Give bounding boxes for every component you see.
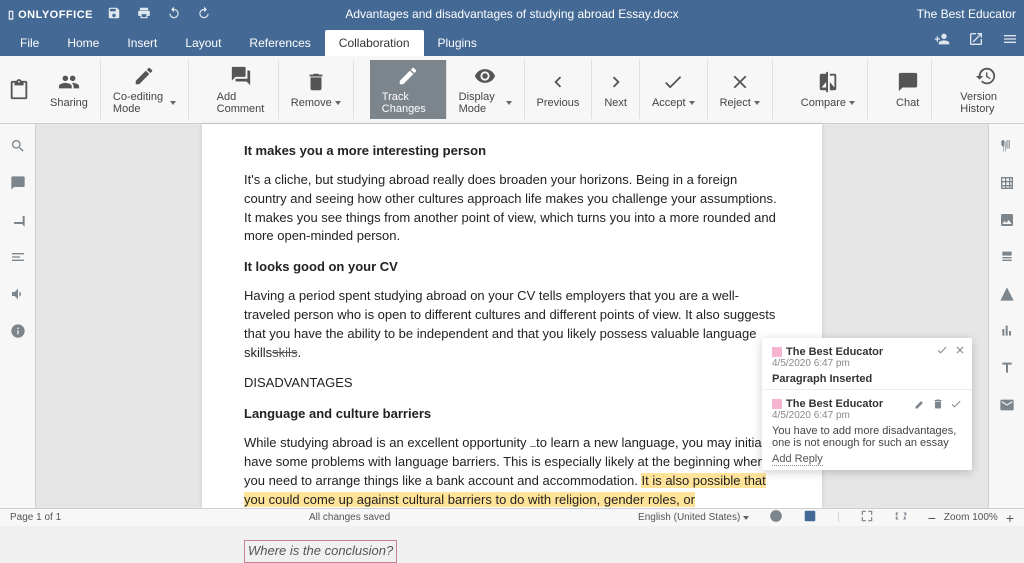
navigation-icon[interactable] <box>10 249 26 268</box>
about-icon[interactable] <box>10 323 26 342</box>
popup-comment: The Best Educator 4/5/2020 6:47 pm You h… <box>762 389 972 470</box>
comment-actions <box>914 398 962 413</box>
version-history-button[interactable]: Version History <box>948 60 1024 119</box>
mail-merge-icon[interactable] <box>999 397 1015 416</box>
comment-body: You have to add more disadvantages, one … <box>772 425 962 449</box>
document-title: Advantages and disadvantages of studying… <box>345 7 678 21</box>
chart-settings-icon[interactable] <box>999 323 1015 342</box>
document-page[interactable]: It makes you a more interesting person I… <box>202 124 822 508</box>
remove-button[interactable]: Remove <box>279 60 354 119</box>
paste-button[interactable] <box>0 60 38 119</box>
tab-plugins[interactable]: Plugins <box>424 30 491 56</box>
zoom-level[interactable]: Zoom 100% <box>944 512 998 523</box>
add-user-icon[interactable] <box>934 31 950 50</box>
svg-text:¶: ¶ <box>1001 141 1007 153</box>
popup-top-icons <box>936 344 966 359</box>
tab-collaboration[interactable]: Collaboration <box>325 30 424 56</box>
accept-change-icon[interactable] <box>936 344 948 359</box>
reject-button[interactable]: Reject <box>708 60 773 119</box>
zoom-out-icon[interactable]: − <box>928 510 936 526</box>
status-bar: Page 1 of 1 All changes saved English (U… <box>0 508 1024 526</box>
menu-bar: File Home Insert Layout References Colla… <box>0 28 1024 56</box>
add-reply-link[interactable]: Add Reply <box>772 453 823 466</box>
track-changes-status-icon[interactable] <box>803 509 817 526</box>
tab-home[interactable]: Home <box>53 30 113 56</box>
fit-width-icon[interactable] <box>894 509 908 526</box>
tab-layout[interactable]: Layout <box>171 30 235 56</box>
image-settings-icon[interactable] <box>999 212 1015 231</box>
quick-access-toolbar <box>107 6 211 23</box>
resolve-comment-icon[interactable] <box>950 398 962 413</box>
save-icon[interactable] <box>107 6 121 23</box>
add-comment-button[interactable]: Add Comment <box>205 60 279 119</box>
chat-panel-icon[interactable] <box>10 212 26 231</box>
compare-button[interactable]: Compare <box>789 60 868 119</box>
language-selector[interactable]: English (United States) <box>638 512 749 523</box>
previous-button[interactable]: Previous <box>525 60 593 119</box>
change-date: 4/5/2020 6:47 pm <box>772 358 962 369</box>
header-right-buttons <box>934 31 1018 56</box>
shape-settings-icon[interactable] <box>999 286 1015 305</box>
heading-cv: It looks good on your CV <box>244 258 780 277</box>
left-sidebar <box>0 124 36 508</box>
search-icon[interactable] <box>10 138 26 157</box>
print-icon[interactable] <box>137 6 151 23</box>
chat-button[interactable]: Chat <box>884 60 932 119</box>
heading-disadvantages: DISADVANTAGES <box>244 374 780 393</box>
tab-file[interactable]: File <box>6 30 53 56</box>
paragraph-settings-icon[interactable]: ¶ <box>999 138 1015 157</box>
tab-references[interactable]: References <box>235 30 324 56</box>
zoom-in-icon[interactable]: + <box>1006 510 1014 526</box>
delete-comment-icon[interactable] <box>932 398 944 413</box>
table-settings-icon[interactable] <box>999 175 1015 194</box>
sharing-button[interactable]: Sharing <box>38 60 101 119</box>
fit-page-icon[interactable] <box>860 509 874 526</box>
inserted-paragraph: Where is the conclusion? <box>244 540 397 563</box>
display-mode-button[interactable]: Display Mode <box>447 60 525 119</box>
track-changes-button[interactable]: Track Changes <box>370 60 447 119</box>
change-author: The Best Educator <box>772 346 962 358</box>
feedback-icon[interactable] <box>10 286 26 305</box>
paragraph-1: It's a cliche, but studying abroad reall… <box>244 171 780 246</box>
change-type: Paragraph Inserted <box>772 373 962 385</box>
page-indicator[interactable]: Page 1 of 1 <box>10 512 61 523</box>
undo-icon[interactable] <box>167 6 181 23</box>
deleted-text: skils <box>272 345 297 360</box>
review-popup: The Best Educator 4/5/2020 6:47 pm Parag… <box>762 338 972 470</box>
header-settings-icon[interactable] <box>999 249 1015 268</box>
title-bar: ▯ ONLYOFFICE Advantages and disadvantage… <box>0 0 1024 28</box>
redo-icon[interactable] <box>197 6 211 23</box>
menu-icon[interactable] <box>1002 31 1018 50</box>
app-logo: ▯ ONLYOFFICE <box>8 8 93 21</box>
comments-panel-icon[interactable] <box>10 175 26 194</box>
tab-insert[interactable]: Insert <box>113 30 171 56</box>
next-button[interactable]: Next <box>592 60 640 119</box>
paragraph-2: Having a period spent studying abroad on… <box>244 287 780 362</box>
heading-interesting: It makes you a more interesting person <box>244 142 780 161</box>
coediting-mode-button[interactable]: Co-editing Mode <box>101 60 189 119</box>
heading-language: Language and culture barriers <box>244 405 780 424</box>
textart-settings-icon[interactable] <box>999 360 1015 379</box>
open-location-icon[interactable] <box>968 31 984 50</box>
current-user[interactable]: The Best Educator <box>917 7 1016 21</box>
save-status: All changes saved <box>81 512 618 523</box>
ribbon-collaboration: Sharing Co-editing Mode Add Comment Remo… <box>0 56 1024 124</box>
accept-button[interactable]: Accept <box>640 60 708 119</box>
comment-author: The Best Educator <box>772 398 914 410</box>
close-popup-icon[interactable] <box>954 344 966 359</box>
right-sidebar: ¶ <box>988 124 1024 508</box>
spellcheck-icon[interactable] <box>769 509 783 526</box>
edit-comment-icon[interactable] <box>914 398 926 413</box>
